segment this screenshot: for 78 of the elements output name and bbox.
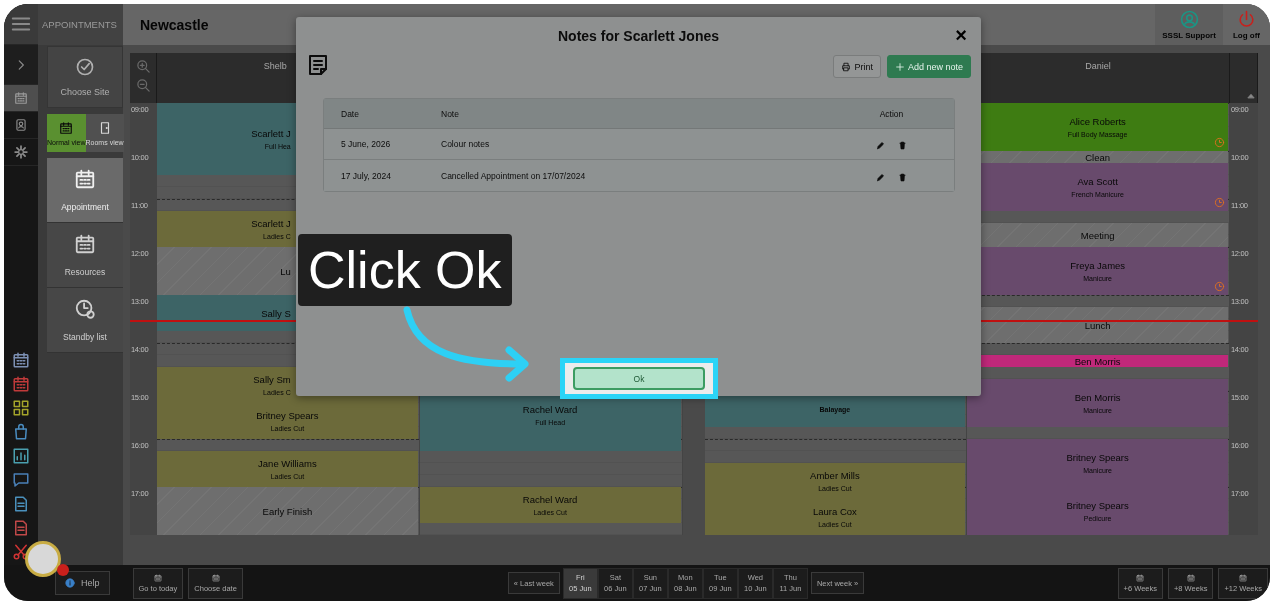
trash-icon[interactable] [898, 172, 907, 182]
bag-icon[interactable] [12, 423, 30, 441]
click-ok-tooltip: Click Ok [298, 234, 512, 306]
zoom-in-icon[interactable] [135, 59, 151, 74]
trash-icon[interactable] [898, 141, 907, 150]
client-name: Britney Spears [1066, 500, 1129, 511]
client-name: Scarlett J [251, 128, 291, 139]
menu-item[interactable]: Resources [47, 223, 123, 288]
close-button[interactable]: × [955, 25, 967, 45]
person-icon [1179, 9, 1199, 29]
check-circle-icon [75, 57, 95, 77]
calendar-icon[interactable] [12, 351, 30, 369]
client-name: Britney Spears [256, 410, 319, 421]
block-label: Lu [280, 265, 291, 277]
client-name: Jane Williams [258, 458, 317, 469]
block-label: Meeting [1080, 229, 1115, 241]
site-name: Newcastle [140, 16, 209, 33]
block-label: Lunch [1084, 319, 1111, 331]
clock-icon [1214, 197, 1225, 208]
calendar-icon [74, 233, 96, 255]
calendar-icon [153, 573, 162, 582]
document-icon[interactable] [12, 495, 30, 513]
block-label: Early Finish [262, 505, 313, 517]
note-icon [306, 53, 330, 77]
menu-item[interactable]: Standby list [47, 288, 123, 353]
document-icon[interactable] [12, 519, 30, 537]
client-name: Amber Mills [810, 470, 860, 481]
dialog-title: Notes for Scarlett Jones [557, 28, 720, 44]
clock-icon [1214, 281, 1225, 292]
info-icon [65, 578, 75, 588]
zoom-out-icon[interactable] [135, 78, 151, 93]
client-name: Laura Cox [812, 506, 857, 517]
clock-icon [74, 298, 96, 320]
calendar-icon [14, 91, 28, 105]
rail-button[interactable] [4, 85, 38, 112]
calendar-icon [1186, 573, 1195, 582]
grid-icon[interactable] [12, 399, 30, 417]
client-name: Britney Spears [1066, 452, 1129, 463]
settings-icon [14, 145, 28, 159]
clock-icon [1214, 137, 1225, 148]
client-name: Sally S [261, 307, 291, 319]
chat-icon[interactable] [12, 471, 30, 489]
edit-icon[interactable] [876, 172, 885, 182]
printer-icon [841, 61, 852, 72]
help-button[interactable]: Help [55, 571, 110, 595]
client-name: Ava Scott [1077, 176, 1118, 187]
power-icon [1236, 9, 1256, 29]
add-note-button[interactable]: Add new note [886, 55, 971, 78]
ok-button[interactable]: Ok [573, 367, 705, 390]
calendar-icon[interactable] [12, 375, 30, 393]
client-name: Freya James [1070, 260, 1126, 271]
print-button[interactable]: Print [833, 55, 881, 78]
calendar-icon [211, 573, 220, 582]
client-name: Alice Roberts [1069, 116, 1126, 127]
edit-icon[interactable] [876, 141, 885, 150]
calendar-icon [1136, 573, 1145, 582]
support-button[interactable]: SSSL Support [1155, 4, 1223, 45]
chart-icon[interactable] [12, 447, 30, 465]
plus-icon [894, 61, 905, 72]
client-name: Scarlett J [251, 218, 291, 229]
client-name: Sally Sm [253, 374, 291, 385]
block-label: Clean [1085, 151, 1111, 163]
contacts-icon [14, 118, 28, 132]
column-header: Date [324, 99, 424, 129]
calendar-icon [1239, 573, 1248, 582]
client-name: Ben Morris [1074, 355, 1121, 367]
calendar-icon [59, 120, 74, 135]
choose-site-button[interactable]: Choose Site [47, 46, 123, 108]
section-title: APPOINTMENTS [38, 4, 123, 45]
client-name: Rachel Ward [522, 404, 578, 415]
menu-item[interactable]: Appointment [47, 158, 123, 223]
column-header: Action [829, 99, 954, 129]
column-header: Note [424, 99, 829, 129]
calendar-icon [74, 168, 96, 190]
menu-button[interactable] [4, 4, 38, 45]
scroll-up-icon[interactable] [1246, 91, 1256, 101]
client-name: Ben Morris [1074, 392, 1121, 403]
client-name: Rachel Ward [522, 494, 578, 505]
